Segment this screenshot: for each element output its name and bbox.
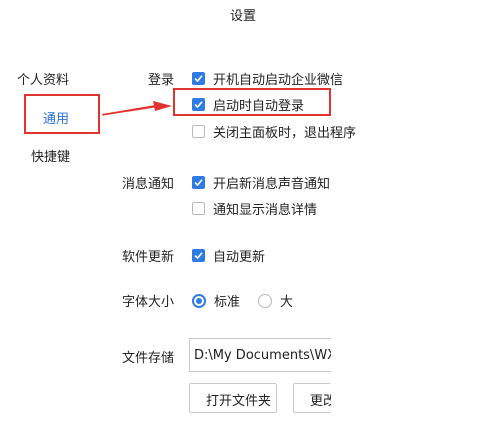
exit-on-close-label: 关闭主面板时，退出程序: [213, 126, 357, 141]
open-folder-button[interactable]: 打开文件夹: [189, 383, 277, 413]
storage-path-field[interactable]: D:\My Documents\WX: [189, 338, 331, 372]
font-size-large-option[interactable]: 大: [258, 291, 293, 310]
notifications-section-label: 消息通知: [122, 177, 175, 192]
checkbox-checked-icon[interactable]: [192, 72, 205, 85]
show-details-option[interactable]: 通知显示消息详情: [192, 199, 317, 218]
auto-login-option[interactable]: 启动时自动登录: [192, 95, 304, 114]
sidebar-item-general[interactable]: 通用: [43, 108, 69, 127]
radio-selected-icon[interactable]: [192, 293, 206, 308]
sidebar-item-shortcuts[interactable]: 快捷键: [31, 146, 70, 165]
window-title: 设置: [229, 9, 256, 24]
checkbox-unchecked-icon[interactable]: [192, 202, 205, 215]
exit-on-close-option[interactable]: 关闭主面板时，退出程序: [192, 122, 356, 141]
sidebar-item-profile[interactable]: 个人资料: [17, 69, 69, 88]
font-size-large-label: 大: [280, 295, 294, 310]
font-size-section-label: 字体大小: [122, 295, 175, 310]
auto-start-option[interactable]: 开机自动启动企业微信: [192, 69, 343, 88]
storage-section-label: 文件存储: [122, 351, 175, 366]
checkbox-unchecked-icon[interactable]: [192, 125, 205, 138]
font-size-standard-option[interactable]: 标准: [192, 291, 240, 310]
radio-unselected-icon[interactable]: [258, 293, 272, 308]
annotation-arrow-icon: [102, 101, 172, 116]
sound-notification-option[interactable]: 开启新消息声音通知: [192, 173, 330, 192]
updates-section-label: 软件更新: [122, 250, 175, 265]
checkbox-checked-icon[interactable]: [192, 98, 205, 111]
show-details-label: 通知显示消息详情: [213, 203, 318, 218]
sound-notification-label: 开启新消息声音通知: [213, 177, 331, 192]
login-section-label: 登录: [148, 73, 175, 88]
auto-update-option[interactable]: 自动更新: [192, 246, 265, 265]
auto-update-label: 自动更新: [213, 250, 266, 265]
checkbox-checked-icon[interactable]: [192, 176, 205, 189]
auto-login-label: 启动时自动登录: [213, 99, 305, 114]
auto-start-label: 开机自动启动企业微信: [213, 73, 344, 88]
checkbox-checked-icon[interactable]: [192, 249, 205, 262]
change-folder-button[interactable]: 更改: [293, 383, 331, 413]
font-size-standard-label: 标准: [214, 295, 241, 310]
